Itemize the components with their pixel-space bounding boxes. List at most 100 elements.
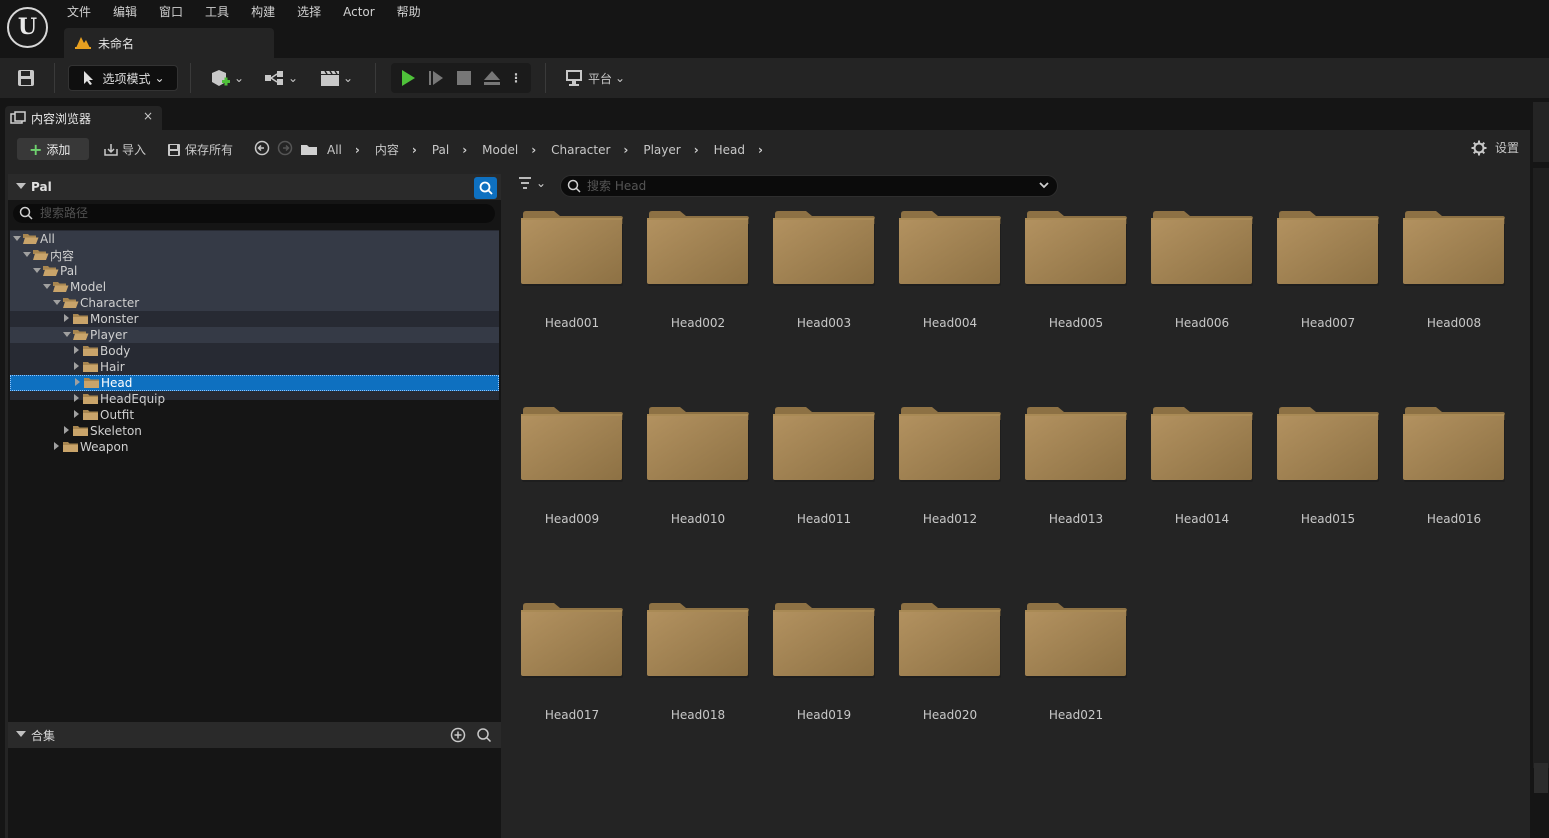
collapsed-arrow-icon[interactable] [52, 439, 62, 455]
collapsed-arrow-icon[interactable] [62, 311, 72, 327]
expanded-arrow-icon[interactable] [52, 295, 62, 311]
collapse-arrow-icon[interactable] [16, 731, 26, 737]
tree-item[interactable]: Weapon [10, 439, 499, 455]
selection-mode-dropdown[interactable]: 选项模式 ⌄ [68, 65, 178, 91]
tree-item[interactable]: Skeleton [10, 423, 499, 439]
folder-tile[interactable]: Head007 [1276, 210, 1380, 360]
tree-item[interactable]: HeadEquip [10, 391, 499, 407]
folder-tile[interactable]: Head013 [1024, 406, 1128, 556]
collapsed-arrow-icon[interactable] [72, 407, 82, 423]
breadcrumb-chevron-icon[interactable]: › [412, 143, 417, 157]
breadcrumb-item[interactable]: Player [643, 143, 680, 157]
play-button[interactable] [397, 65, 419, 91]
breadcrumb-item[interactable]: 内容 [375, 141, 399, 158]
add-actor-button[interactable]: ⌄ [208, 65, 246, 91]
scrollbar[interactable] [1534, 763, 1548, 793]
collapsed-arrow-icon[interactable] [72, 343, 82, 359]
tree-item[interactable]: Body [10, 343, 499, 359]
tree-item[interactable]: 内容 [10, 247, 499, 263]
advance-frame-button[interactable] [425, 65, 447, 91]
play-options-button[interactable]: ⋮ [509, 65, 523, 91]
tree-item[interactable]: Pal [10, 263, 499, 279]
folder-tile[interactable]: Head003 [772, 210, 876, 360]
cinematics-button[interactable]: ⌄ [316, 65, 356, 91]
folder-tile[interactable]: Head015 [1276, 406, 1380, 556]
folder-tile[interactable]: Head008 [1402, 210, 1506, 360]
folder-tile[interactable]: Head001 [520, 210, 624, 360]
tree-item[interactable]: Character [10, 295, 499, 311]
breadcrumb-item[interactable]: Model [482, 143, 518, 157]
stop-button[interactable] [453, 65, 475, 91]
menu-item[interactable]: 帮助 [386, 3, 432, 21]
folder-tile[interactable]: Head010 [646, 406, 750, 556]
folder-tile[interactable]: Head016 [1402, 406, 1506, 556]
breadcrumb-chevron-icon[interactable]: › [462, 143, 467, 157]
expanded-arrow-icon[interactable] [32, 263, 42, 279]
menu-item[interactable]: Actor [332, 3, 386, 21]
expanded-arrow-icon[interactable] [42, 279, 52, 295]
folder-tile[interactable]: Head011 [772, 406, 876, 556]
folder-tile[interactable]: Head004 [898, 210, 1002, 360]
folder-tile[interactable]: Head006 [1150, 210, 1254, 360]
path-search-input[interactable] [40, 205, 480, 221]
details-dock-tab[interactable] [1533, 102, 1549, 162]
eject-button[interactable] [481, 65, 503, 91]
menu-item[interactable]: 窗口 [148, 3, 194, 21]
tree-item[interactable]: Hair [10, 359, 499, 375]
search-icon[interactable] [476, 727, 492, 746]
folder-tile[interactable]: Head018 [646, 602, 750, 752]
expanded-arrow-icon[interactable] [62, 327, 72, 343]
folder-tile[interactable]: Head012 [898, 406, 1002, 556]
folder-tile[interactable]: Head014 [1150, 406, 1254, 556]
breadcrumb-chevron-icon[interactable]: › [355, 143, 360, 157]
collapsed-arrow-icon[interactable] [72, 359, 82, 375]
menu-item[interactable]: 编辑 [102, 3, 148, 21]
menu-item[interactable]: 构建 [240, 3, 286, 21]
add-collection-icon[interactable] [450, 727, 466, 746]
asset-search-input[interactable] [587, 178, 1027, 194]
save-all-button[interactable]: 保存所有 [167, 141, 233, 158]
breadcrumb-item[interactable]: Head [714, 143, 745, 157]
collections-header[interactable]: 合集 [8, 722, 501, 748]
tree-item[interactable]: All [10, 231, 499, 247]
collapsed-arrow-icon[interactable] [72, 391, 82, 407]
tree-item[interactable]: Monster [10, 311, 499, 327]
breadcrumb-item[interactable]: Pal [432, 143, 449, 157]
close-icon[interactable]: × [143, 109, 153, 123]
menu-item[interactable]: 文件 [56, 3, 102, 21]
folder-tile[interactable]: Head005 [1024, 210, 1128, 360]
breadcrumb-chevron-icon[interactable]: › [531, 143, 536, 157]
forward-button[interactable] [277, 140, 293, 156]
menu-item[interactable]: 选择 [286, 3, 332, 21]
filter-dropdown[interactable]: ⌄ [518, 176, 546, 190]
tree-item[interactable]: Outfit [10, 407, 499, 423]
breadcrumb-chevron-icon[interactable]: › [694, 143, 699, 157]
collapse-arrow-icon[interactable] [16, 183, 26, 189]
expanded-arrow-icon[interactable] [12, 231, 22, 247]
folder-tile[interactable]: Head017 [520, 602, 624, 752]
menu-item[interactable]: 工具 [194, 3, 240, 21]
import-button[interactable]: 导入 [103, 141, 146, 158]
breadcrumb-chevron-icon[interactable]: › [623, 143, 628, 157]
breadcrumb-item[interactable]: All [327, 143, 342, 157]
content-browser-tab[interactable]: 内容浏览器 × [5, 106, 162, 130]
sources-header[interactable]: Pal [8, 174, 501, 200]
folder-tile[interactable]: Head021 [1024, 602, 1128, 752]
platforms-dropdown[interactable]: 平台 ⌄ [562, 65, 628, 91]
tree-item[interactable]: Head [10, 375, 499, 391]
blueprint-button[interactable]: ⌄ [262, 65, 300, 91]
save-button[interactable] [14, 65, 38, 91]
tree-item[interactable]: Model [10, 279, 499, 295]
add-button[interactable]: + 添加 [17, 138, 89, 160]
breadcrumb-chevron-icon[interactable]: › [758, 143, 763, 157]
breadcrumb-item[interactable]: Character [551, 143, 610, 157]
folder-tile[interactable]: Head009 [520, 406, 624, 556]
search-history-dropdown[interactable] [1038, 178, 1050, 195]
back-button[interactable] [254, 140, 270, 156]
document-tab[interactable]: 未命名 [64, 28, 274, 58]
collapsed-arrow-icon[interactable] [62, 423, 72, 439]
settings-button[interactable]: 设置 [1471, 139, 1519, 156]
folder-tile[interactable]: Head002 [646, 210, 750, 360]
expanded-arrow-icon[interactable] [22, 247, 32, 263]
folder-tile[interactable]: Head020 [898, 602, 1002, 752]
